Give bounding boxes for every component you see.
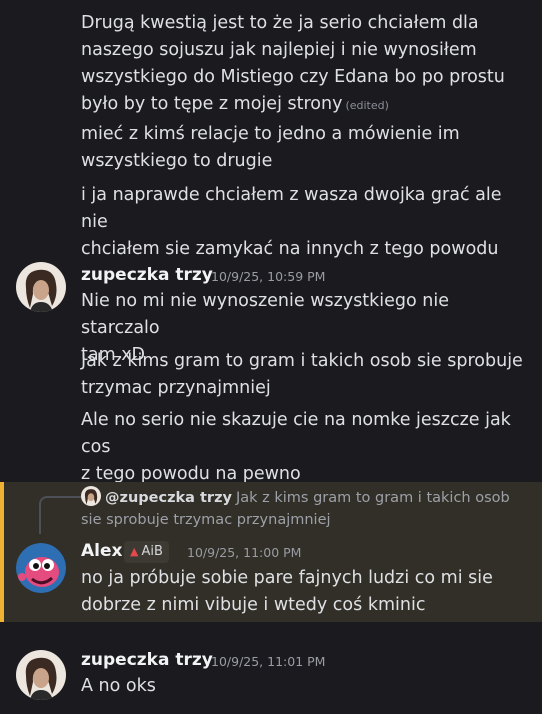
- message-line: chciałem sie zamykać na innych z tego po…: [81, 239, 499, 259]
- role-tag[interactable]: ▲ AiB: [124, 541, 169, 563]
- mention-highlight-bar: [0, 482, 4, 622]
- role-tag-label: AiB: [141, 544, 163, 559]
- message-line: no ja próbuje sobie pare fajnych ludzi c…: [81, 568, 493, 588]
- message-line: Nie no mi nie wynoszenie wszystkiego nie…: [81, 291, 450, 338]
- chat-messages-area: Drugą kwestią jest to że ja serio chciał…: [0, 0, 542, 714]
- message-line: i ja naprawde chciałem z wasza dwojka gr…: [81, 185, 502, 232]
- avatar[interactable]: [16, 262, 66, 312]
- reply-line: sie sprobuje trzymac przynajmniej: [81, 512, 331, 528]
- role-tag-icon: ▲: [130, 545, 139, 558]
- message-content[interactable]: A no oks: [81, 673, 531, 700]
- message-line: A no oks: [81, 676, 156, 696]
- username[interactable]: zupeczka trzy: [81, 650, 213, 670]
- username[interactable]: Alex: [81, 541, 122, 561]
- message-timestamp: 10/9/25, 10:59 PM: [211, 269, 326, 284]
- message-line: trzymac przynajmniej: [81, 378, 271, 398]
- message-timestamp: 10/9/25, 11:00 PM: [187, 545, 302, 560]
- message-line: wszystkiego do Mistiego czy Edana bo po …: [81, 67, 505, 87]
- message-line: było by to tępe z mojej strony (edited): [81, 91, 531, 119]
- edited-label: (edited): [345, 99, 389, 112]
- reply-preview[interactable]: @zupeczka trzy Jak z kims gram to gram i …: [81, 486, 531, 531]
- message-content[interactable]: Ale no serio nie skazuje cie na nomke je…: [81, 407, 531, 488]
- message-line: wszystkiego to drugie: [81, 151, 273, 171]
- reply-text: Jak z kims gram to gram i takich osob: [235, 490, 510, 506]
- user-avatar-icon: [16, 650, 66, 700]
- message-line: mieć z kimś relacje to jedno a mówienie …: [81, 124, 460, 144]
- username[interactable]: zupeczka trzy: [81, 265, 213, 285]
- message-text: było by to tępe z mojej strony: [81, 94, 343, 114]
- user-avatar-icon: [16, 262, 66, 312]
- message-content[interactable]: no ja próbuje sobie pare fajnych ludzi c…: [81, 565, 531, 619]
- message-line: Drugą kwestią jest to że ja serio chciał…: [81, 13, 479, 33]
- avatar[interactable]: [16, 650, 66, 700]
- message-line: Jak z kims gram to gram i takich osob si…: [81, 351, 523, 371]
- avatar[interactable]: [16, 543, 66, 593]
- message-content[interactable]: Drugą kwestią jest to że ja serio chciał…: [81, 10, 531, 119]
- reply-username[interactable]: @zupeczka trzy: [105, 490, 232, 506]
- message-content[interactable]: Jak z kims gram to gram i takich osob si…: [81, 348, 531, 402]
- message-line: naszego sojuszu jak najlepiej i nie wyno…: [81, 40, 477, 60]
- reply-spine: [39, 496, 81, 534]
- message-timestamp: 10/9/25, 11:01 PM: [211, 654, 326, 669]
- reply-avatar-icon: [81, 486, 101, 506]
- message-content[interactable]: i ja naprawde chciałem z wasza dwojka gr…: [81, 182, 531, 263]
- message-line: dobrze z nimi vibuje i wtedy coś kminic: [81, 595, 426, 615]
- message-content[interactable]: mieć z kimś relacje to jedno a mówienie …: [81, 121, 531, 175]
- reply-line: @zupeczka trzy Jak z kims gram to gram i …: [81, 486, 531, 509]
- message-line: Ale no serio nie skazuje cie na nomke je…: [81, 410, 511, 457]
- bot-avatar-icon: [16, 543, 66, 593]
